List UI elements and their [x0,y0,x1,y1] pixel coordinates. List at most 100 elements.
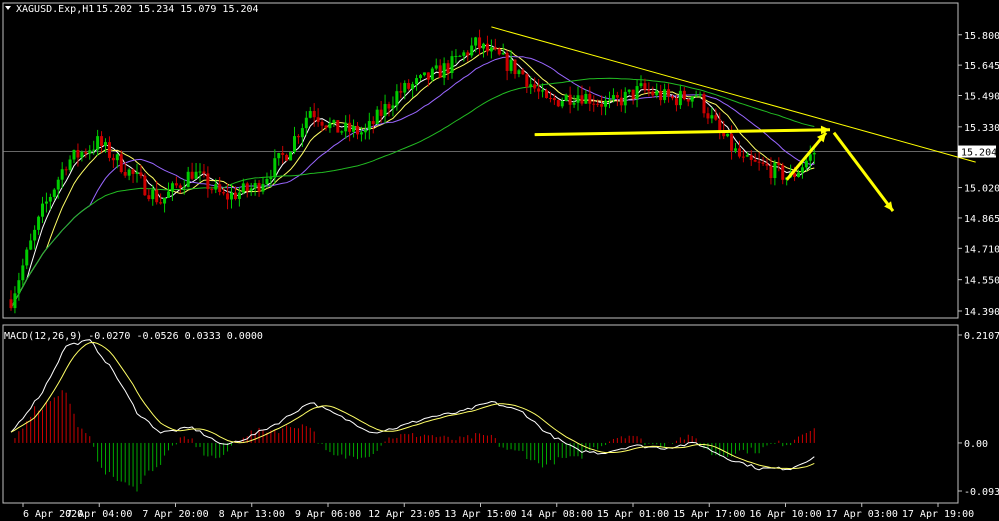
candle-body [261,183,265,192]
candle-body [387,104,391,109]
candle-body [564,94,568,101]
candle-body [686,99,690,102]
candle-body [615,95,619,98]
candle-body [604,100,608,107]
candle-body [119,154,123,172]
candle-body [667,89,671,97]
candle-body [753,159,757,162]
candle-body [218,184,222,193]
candle-body [596,103,600,105]
candle-body [730,133,734,151]
price-tick-label: 14.390 [964,307,999,318]
candle-body [135,172,139,174]
candle-body [391,105,395,109]
time-tick-label: 9 Apr 06:00 [295,509,361,520]
candle-body [379,109,383,116]
candle-body [580,95,584,104]
candle-body [359,132,363,135]
price-tick-label: 14.710 [964,244,999,255]
candle-body [741,156,745,158]
candle-body [340,131,344,133]
candle-body [434,65,438,69]
candle-body [367,121,371,130]
candle-body [482,43,485,49]
candle-body [415,78,419,85]
chart-background [0,0,999,521]
candle-body [399,91,403,93]
candle-body [592,103,596,105]
candle-body [163,197,167,204]
candle-body [60,169,64,180]
candle-body [797,172,800,177]
candle-body [296,136,300,138]
candle-body [745,155,749,157]
candle-body [107,142,111,158]
time-tick-label: 17 Apr 19:00 [902,509,974,520]
candle-body [80,152,84,158]
candle-body [537,88,541,92]
candle-body [147,195,151,200]
candle-body [588,93,592,104]
candle-body [737,148,741,157]
time-tick-label: 8 Apr 13:00 [219,509,285,520]
candle-body [521,70,525,75]
candle-body [698,94,702,96]
candle-body [710,115,714,119]
candle-body [659,90,663,101]
candle-body [631,89,635,99]
candle-body [446,63,450,73]
candle-body [627,89,631,92]
candle-body [41,203,44,217]
candle-body [674,98,678,106]
candle-body [576,95,580,103]
candle-body [241,183,245,193]
candle-body [64,169,68,171]
candle-body [245,183,249,191]
candle-body [237,192,241,199]
candle-body [182,187,186,189]
macd-label: MACD(12,26,9) -0.0270 -0.0526 0.0333 0.0… [4,331,263,342]
candle-body [466,52,470,56]
candle-body [375,109,379,125]
candle-body [749,155,753,160]
candle-body [174,183,178,186]
time-tick-label: 17 Apr 03:00 [826,509,898,520]
candle-body [407,83,411,89]
candle-body [249,188,253,191]
chart-canvas[interactable]: 15.204 15.800 15.645 15.490 15.330 15.020 14.8… [0,0,999,521]
candle-body [769,165,773,179]
time-tick-label: 12 Apr 23:05 [368,509,440,520]
candle-body [222,192,226,194]
candle-body [289,152,293,161]
candle-body [257,183,261,192]
candle-body [714,115,718,120]
candle-body [269,177,273,180]
candle-body [584,93,588,104]
candle-body [781,165,785,180]
candle-body [285,154,289,161]
ohlc-readout: 15.202 15.234 15.079 15.204 [96,4,259,15]
time-tick-label: 15 Apr 17:00 [673,509,745,520]
price-tick-label: 15.490 [964,91,999,102]
candle-body [718,119,722,131]
candle-body [293,136,296,153]
candle-body [308,111,312,118]
price-tick-label: 15.330 [964,123,999,134]
candle-body [635,86,639,99]
candle-body [505,52,509,71]
candle-body [17,280,21,294]
macd-tick-label: 0.2107 [964,331,999,342]
candle-body [485,43,489,52]
candle-body [371,121,375,125]
candle-body [300,128,304,138]
candle-body [316,117,320,122]
candle-body [462,52,466,56]
candle-body [198,171,202,173]
candle-body [115,154,119,161]
candle-body [348,122,352,132]
candle-body [151,189,155,200]
candle-body [509,59,513,71]
time-tick-label: 13 Apr 15:00 [444,509,516,520]
candle-body [104,142,107,146]
candle-body [139,172,143,176]
